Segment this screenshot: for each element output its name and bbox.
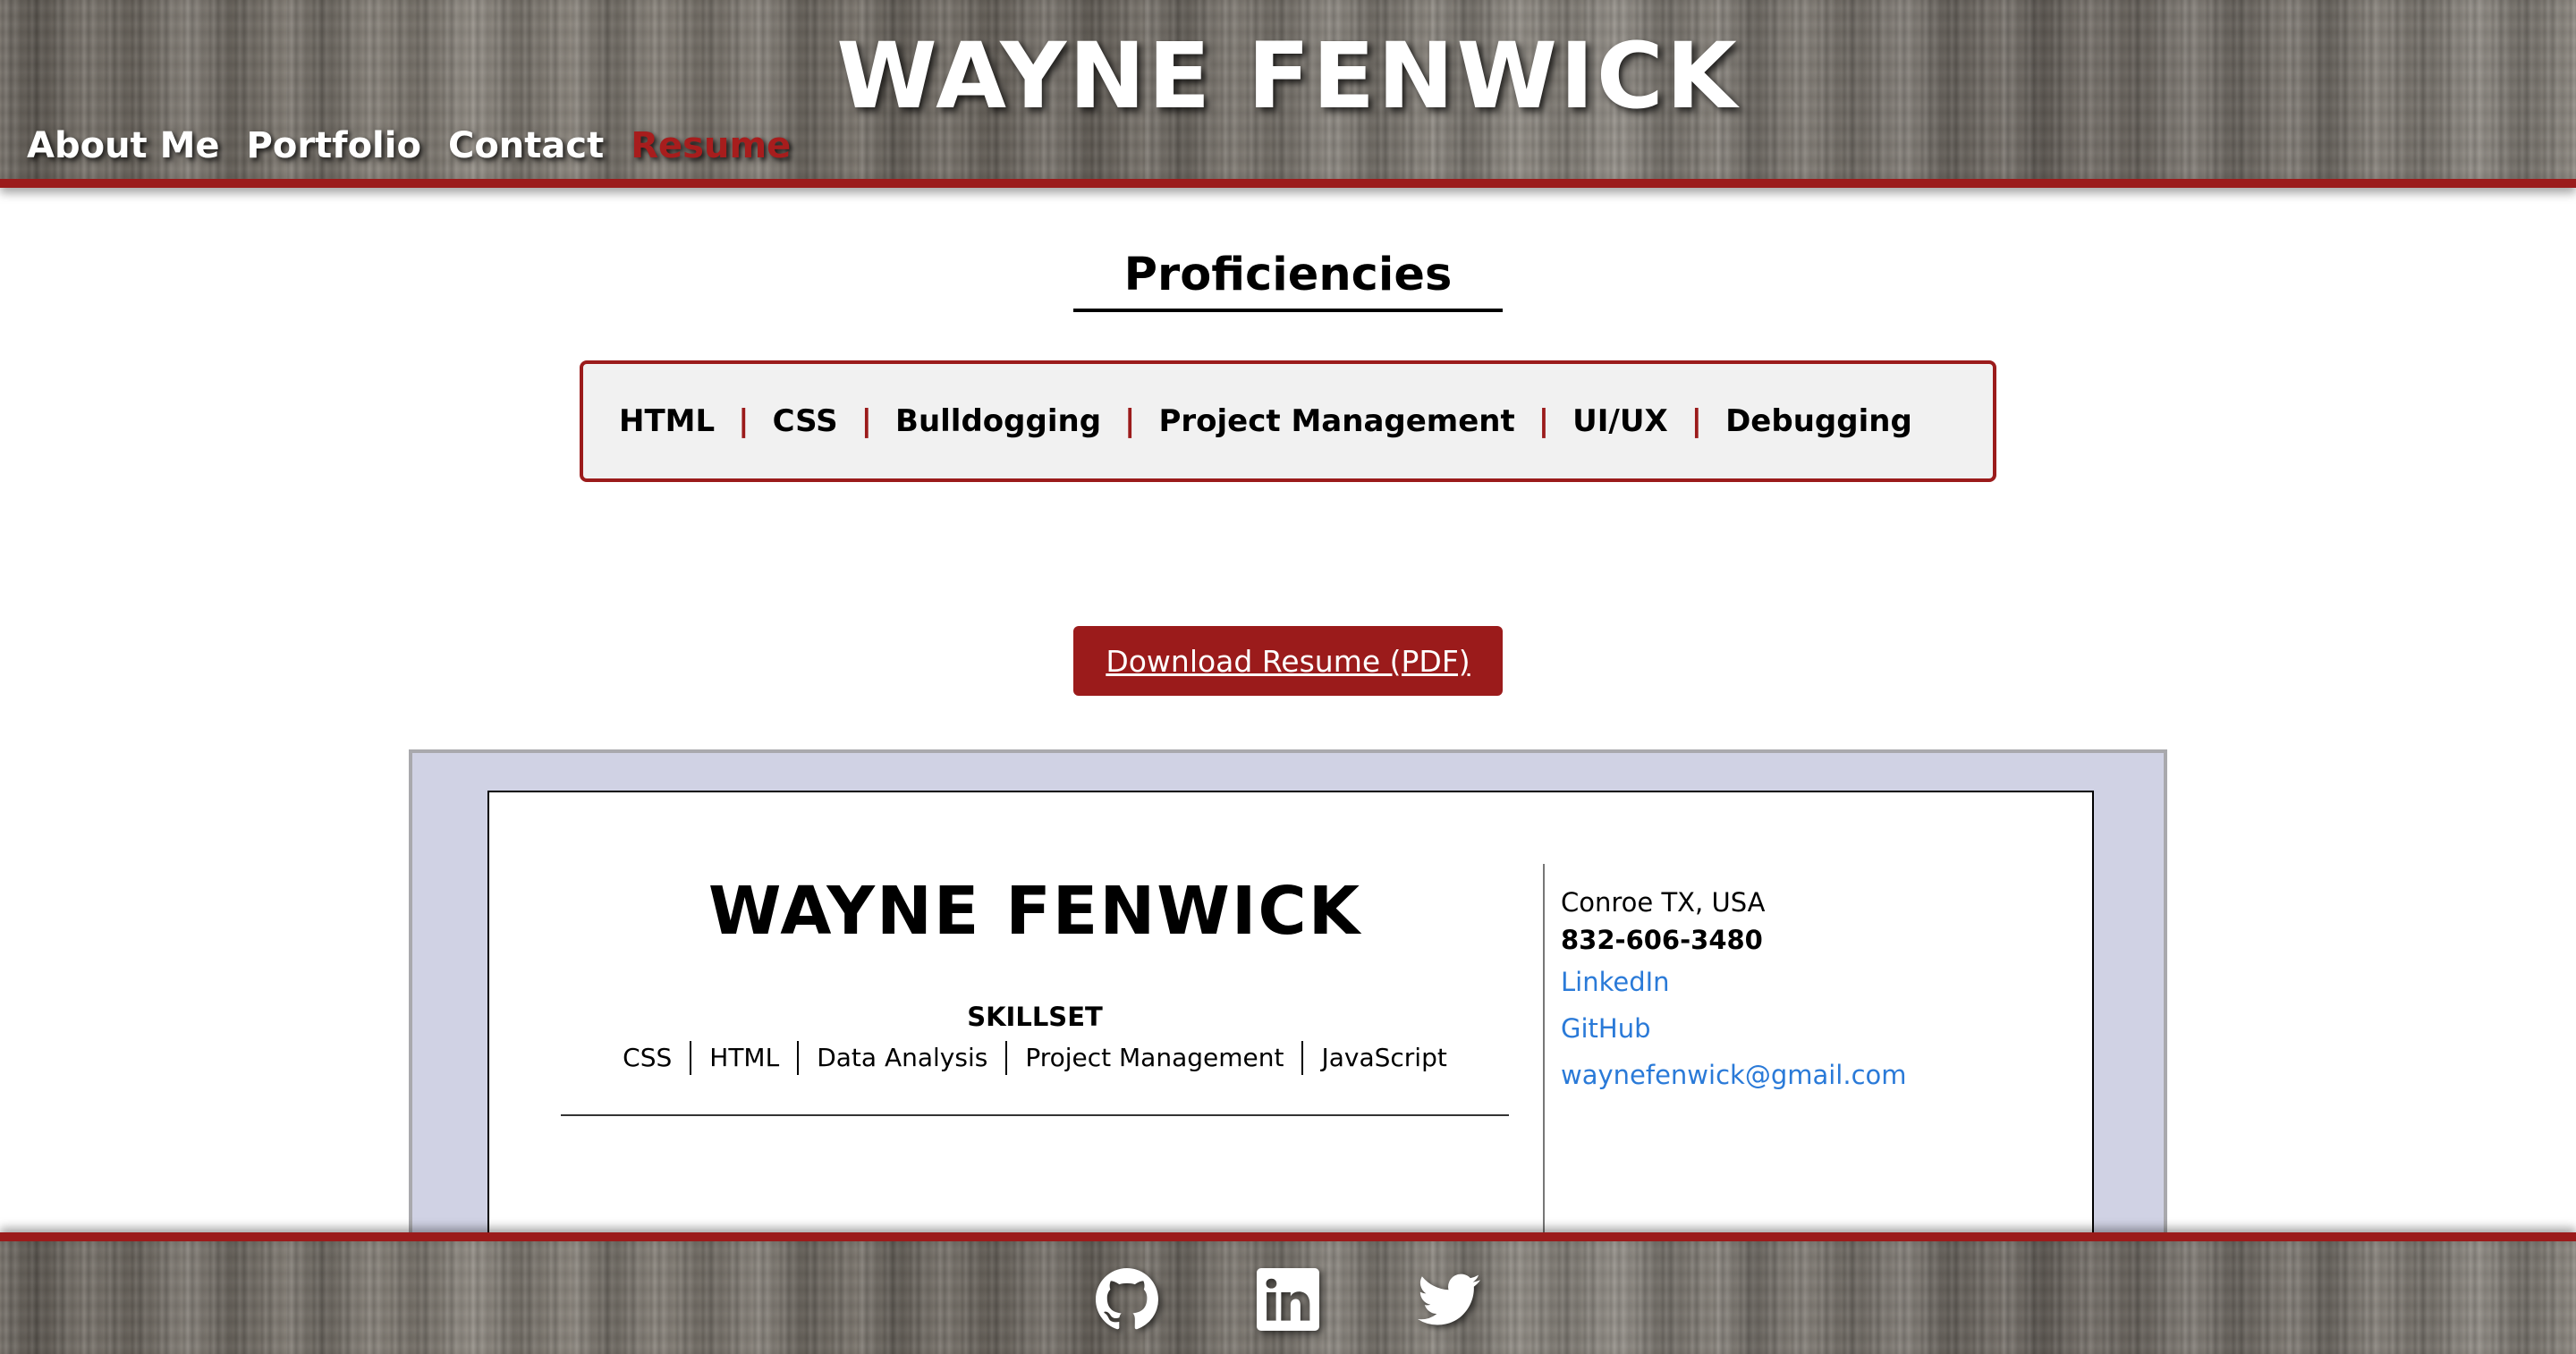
resume-contact-column: Conroe TX, USA 832-606-3480 LinkedIn Git… <box>1561 884 1907 1098</box>
twitter-icon <box>1418 1274 1480 1325</box>
resume-column-divider <box>1543 864 1545 1266</box>
main-nav: About Me Portfolio Contact Resume <box>27 125 791 166</box>
skill-item: JavaScript <box>1321 1043 1447 1072</box>
nav-resume[interactable]: Resume <box>631 125 791 166</box>
proficiency-item: UI/UX <box>1572 403 1668 439</box>
proficiency-item: Project Management <box>1158 403 1515 439</box>
proficiency-item: Debugging <box>1725 403 1912 439</box>
site-header: WAYNE FENWICK About Me Portfolio Contact… <box>0 0 2576 188</box>
proficiency-item: CSS <box>772 403 838 439</box>
github-icon <box>1096 1268 1158 1330</box>
resume-preview-frame[interactable]: WAYNE FENWICK SKILLSET CSS HTML Data Ana… <box>409 749 2167 1266</box>
skill-item: HTML <box>691 1041 800 1075</box>
skillset-list: CSS HTML Data Analysis Project Managemen… <box>561 1041 1509 1075</box>
linkedin-link[interactable] <box>1257 1268 1319 1331</box>
skill-item: Data Analysis <box>799 1041 1008 1075</box>
proficiency-item: Bulldogging <box>895 403 1102 439</box>
skillset-title: SKILLSET <box>967 1002 1103 1032</box>
proficiency-separator: | <box>860 403 873 439</box>
twitter-link[interactable] <box>1418 1268 1480 1331</box>
proficiency-separator: | <box>738 403 750 439</box>
resume-github-link[interactable]: GitHub <box>1561 1005 1907 1052</box>
resume-location: Conroe TX, USA <box>1561 887 1766 918</box>
proficiency-separator: | <box>1690 403 1703 439</box>
nav-contact[interactable]: Contact <box>448 125 604 166</box>
download-resume-button[interactable]: Download Resume (PDF) <box>1073 626 1503 696</box>
proficiencies-heading: Proficiencies <box>1073 249 1503 312</box>
proficiency-separator: | <box>1124 403 1136 439</box>
resume-page: WAYNE FENWICK SKILLSET CSS HTML Data Ana… <box>487 791 2094 1266</box>
skill-item: CSS <box>605 1041 692 1075</box>
site-title: WAYNE FENWICK <box>836 23 1740 130</box>
proficiencies-list: HTML | CSS | Bulldogging | Project Manag… <box>580 360 1996 482</box>
proficiency-separator: | <box>1538 403 1550 439</box>
resume-email-link[interactable]: waynefenwick@gmail.com <box>1561 1052 1907 1098</box>
resume-name: WAYNE FENWICK <box>708 873 1362 950</box>
nav-portfolio[interactable]: Portfolio <box>247 125 421 166</box>
nav-about-me[interactable]: About Me <box>27 125 220 166</box>
proficiency-item: HTML <box>619 403 716 439</box>
linkedin-icon <box>1257 1268 1319 1331</box>
resume-phone: 832-606-3480 <box>1561 925 1763 955</box>
social-links <box>0 1268 2576 1331</box>
skill-item: Project Management <box>1007 1041 1304 1075</box>
resume-divider-rule <box>561 1114 1509 1116</box>
site-footer <box>0 1232 2576 1354</box>
resume-linkedin-link[interactable]: LinkedIn <box>1561 959 1907 1005</box>
github-link[interactable] <box>1096 1268 1158 1331</box>
